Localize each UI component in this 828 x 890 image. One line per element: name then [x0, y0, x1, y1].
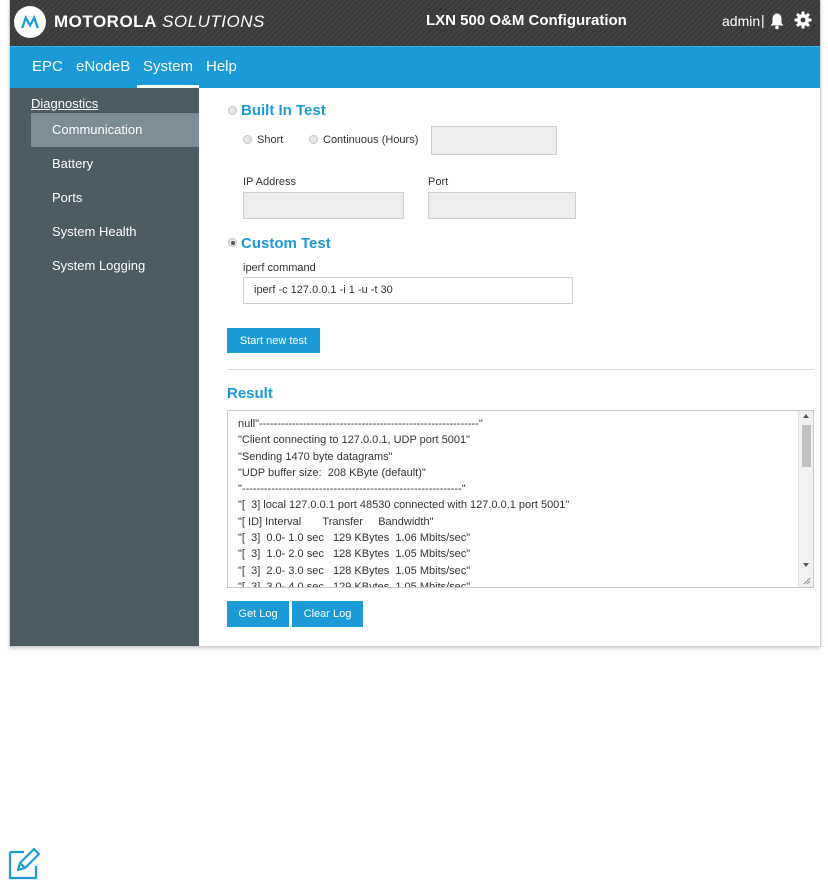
result-lines: null"-----------------------------------…	[238, 416, 798, 588]
sidebar-item-system-logging[interactable]: System Logging	[10, 249, 199, 283]
sidebar-item-ports[interactable]: Ports	[10, 181, 199, 215]
scroll-up-icon[interactable]	[803, 414, 809, 418]
result-line: "Client connecting to 127.0.0.1, UDP por…	[238, 434, 471, 447]
app-title: LXN 500 O&M Configuration	[426, 12, 627, 29]
port-input[interactable]	[428, 192, 576, 219]
result-line: "[ 3] 2.0- 3.0 sec 128 KBytes 1.05 Mbits…	[238, 564, 471, 577]
result-line: "[ 3] 0.0- 1.0 sec 129 KBytes 1.06 Mbits…	[238, 532, 471, 545]
sidebar-heading-diagnostics[interactable]: Diagnostics	[31, 96, 98, 111]
built-in-test-radio[interactable]	[228, 106, 237, 115]
bell-icon[interactable]	[769, 12, 785, 35]
custom-test-title: Custom Test	[241, 235, 331, 252]
built-in-test-title: Built In Test	[241, 102, 326, 119]
brand-name: MOTOROLA SOLUTIONS	[54, 12, 265, 32]
start-new-test-button[interactable]: Start new test	[227, 328, 320, 353]
gear-icon[interactable]	[794, 11, 812, 34]
user-menu[interactable]: admin	[722, 13, 760, 29]
nav-item-enodeb[interactable]: eNodeB	[76, 58, 130, 75]
continuous-radio[interactable]	[309, 135, 318, 144]
continuous-label: Continuous (Hours)	[323, 134, 419, 146]
brand-name-bold: MOTOROLA	[54, 12, 157, 31]
hours-input[interactable]	[431, 126, 557, 155]
scroll-thumb[interactable]	[802, 425, 811, 467]
iperf-command-label: iperf command	[243, 262, 316, 274]
section-divider	[227, 369, 814, 370]
brand-name-light: SOLUTIONS	[162, 12, 265, 31]
nav-item-system[interactable]: System	[143, 58, 193, 75]
short-radio[interactable]	[243, 135, 252, 144]
top-bar: MOTOROLA SOLUTIONS LXN 500 O&M Configura…	[10, 0, 820, 46]
result-line: "[ 3] local 127.0.0.1 port 48530 connect…	[238, 499, 570, 512]
sidebar-item-battery[interactable]: Battery	[10, 147, 199, 181]
result-line: null"-----------------------------------…	[238, 418, 483, 430]
result-title: Result	[227, 385, 273, 402]
result-textarea[interactable]: null"-----------------------------------…	[227, 410, 814, 588]
port-label: Port	[428, 176, 449, 188]
iperf-command-input[interactable]: iperf -c 127.0.0.1 -i 1 -u -t 30	[243, 277, 573, 304]
result-line: "[ 3] 3.0- 4.0 sec 129 KBytes 1.05 Mbits…	[238, 580, 471, 588]
main-content: Built In Test Short Continuous (Hours) I…	[199, 88, 820, 646]
sidebar: Diagnostics Communication Battery Ports …	[10, 88, 199, 646]
result-line: "---------------------------------------…	[238, 483, 466, 496]
sidebar-item-system-health[interactable]: System Health	[10, 215, 199, 249]
result-line: "[ 3] 1.0- 2.0 sec 128 KBytes 1.05 Mbits…	[238, 548, 471, 561]
get-log-button[interactable]: Get Log	[227, 601, 289, 627]
resize-handle-icon[interactable]	[803, 577, 811, 585]
ip-address-label: IP Address	[243, 176, 296, 188]
header-separator: |	[761, 12, 765, 28]
clear-log-button[interactable]: Clear Log	[292, 601, 363, 627]
custom-test-radio[interactable]	[228, 238, 237, 247]
scroll-down-icon[interactable]	[803, 563, 809, 567]
app-window: MOTOROLA SOLUTIONS LXN 500 O&M Configura…	[10, 0, 820, 646]
result-line: "[ ID] Interval Transfer Bandwidth"	[238, 515, 434, 528]
note-edit-icon	[6, 846, 42, 887]
result-line: "UDP buffer size: 208 KByte (default)"	[238, 466, 426, 479]
nav-item-epc[interactable]: EPC	[32, 58, 63, 75]
sidebar-item-communication[interactable]: Communication	[31, 113, 199, 147]
short-label: Short	[257, 134, 284, 146]
result-line: "Sending 1470 byte datagrams"	[238, 450, 393, 463]
ip-address-input[interactable]	[243, 192, 404, 219]
motorola-logo-icon	[14, 6, 46, 38]
nav-item-help[interactable]: Help	[206, 58, 237, 75]
result-scrollbar[interactable]	[798, 411, 813, 587]
main-nav: EPC eNodeB System Help	[10, 46, 820, 89]
